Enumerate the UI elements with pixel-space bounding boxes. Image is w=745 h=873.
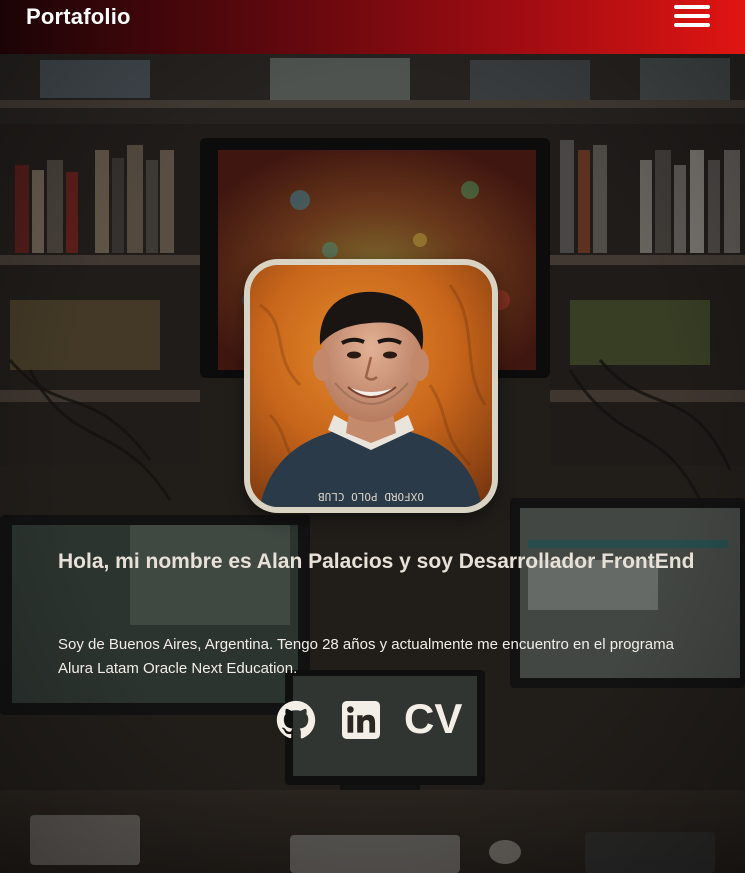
brand-logo[interactable]: Portafolio <box>26 2 131 32</box>
profile-photo: OXFORD POLO CLUB <box>250 265 492 507</box>
linkedin-link[interactable] <box>342 701 380 739</box>
menu-line <box>674 23 710 27</box>
shirt-text: OXFORD POLO CLUB <box>318 490 424 503</box>
navbar: Portafolio <box>0 0 745 54</box>
cv-link[interactable]: CV <box>404 696 462 742</box>
hamburger-menu-icon[interactable] <box>672 3 712 31</box>
github-link[interactable] <box>276 700 316 740</box>
github-icon <box>276 700 316 739</box>
intro-title: Hola, mi nombre es Alan Palacios y soy D… <box>58 550 695 573</box>
page: Portafolio OXFORD POLO CLUB Hola, mi nom… <box>0 0 745 873</box>
menu-line <box>674 14 710 18</box>
profile-photo-frame: OXFORD POLO CLUB <box>244 259 498 513</box>
intro-description: Soy de Buenos Aires, Argentina. Tengo 28… <box>58 636 674 677</box>
linkedin-icon <box>342 701 380 739</box>
menu-line <box>674 5 710 9</box>
